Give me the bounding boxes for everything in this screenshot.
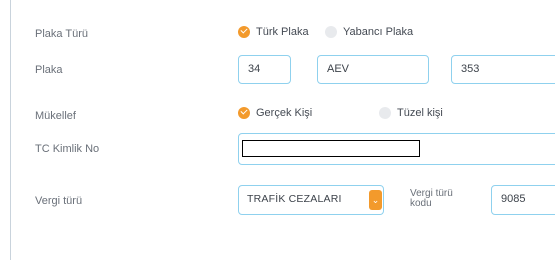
radio-unchecked-icon [325, 26, 337, 38]
vergi-turu-kodu-label: Vergi türü kodu [410, 189, 470, 209]
radio-unchecked-icon [379, 107, 391, 119]
vergi-turu-select[interactable]: TRAFİK CEZALARI [238, 185, 384, 215]
vergi-turu-kodu-input[interactable]: 9085 [491, 185, 555, 215]
radio-checked-icon [238, 26, 250, 38]
plaka-il-kodu-input[interactable]: 34 [238, 55, 291, 84]
chevron-down-icon[interactable]: ⌄ [369, 190, 382, 210]
redaction-box [242, 140, 420, 157]
mukellef-label: Mükellef [35, 110, 76, 122]
radio-yabanci-plaka-label: Yabancı Plaka [343, 26, 414, 38]
plaka-turu-label: Plaka Türü [35, 28, 88, 40]
vergi-turu-label: Vergi türü [35, 195, 83, 207]
tc-kimlik-label: TC Kimlik No [35, 143, 100, 155]
radio-tuzel-kisi-label: Tüzel kişi [397, 107, 443, 119]
radio-turk-plaka-label: Türk Plaka [256, 26, 309, 38]
plaka-label: Plaka [35, 64, 63, 76]
vergi-turu-selected-value: TRAFİK CEZALARI [247, 193, 342, 205]
radio-gercek-kisi[interactable]: Gerçek Kişi [238, 107, 312, 119]
radio-tuzel-kisi[interactable]: Tüzel kişi [379, 107, 443, 119]
form-left-border [10, 0, 11, 260]
radio-gercek-kisi-label: Gerçek Kişi [256, 107, 313, 119]
plaka-harf-input[interactable]: AEV [317, 55, 429, 84]
radio-turk-plaka[interactable]: Türk Plaka [238, 26, 309, 38]
radio-yabanci-plaka[interactable]: Yabancı Plaka [325, 26, 413, 38]
radio-checked-icon [238, 107, 250, 119]
plaka-numara-input[interactable]: 353 [451, 55, 555, 84]
vergi-turu-kodu-label-line2: kodu [410, 198, 432, 209]
